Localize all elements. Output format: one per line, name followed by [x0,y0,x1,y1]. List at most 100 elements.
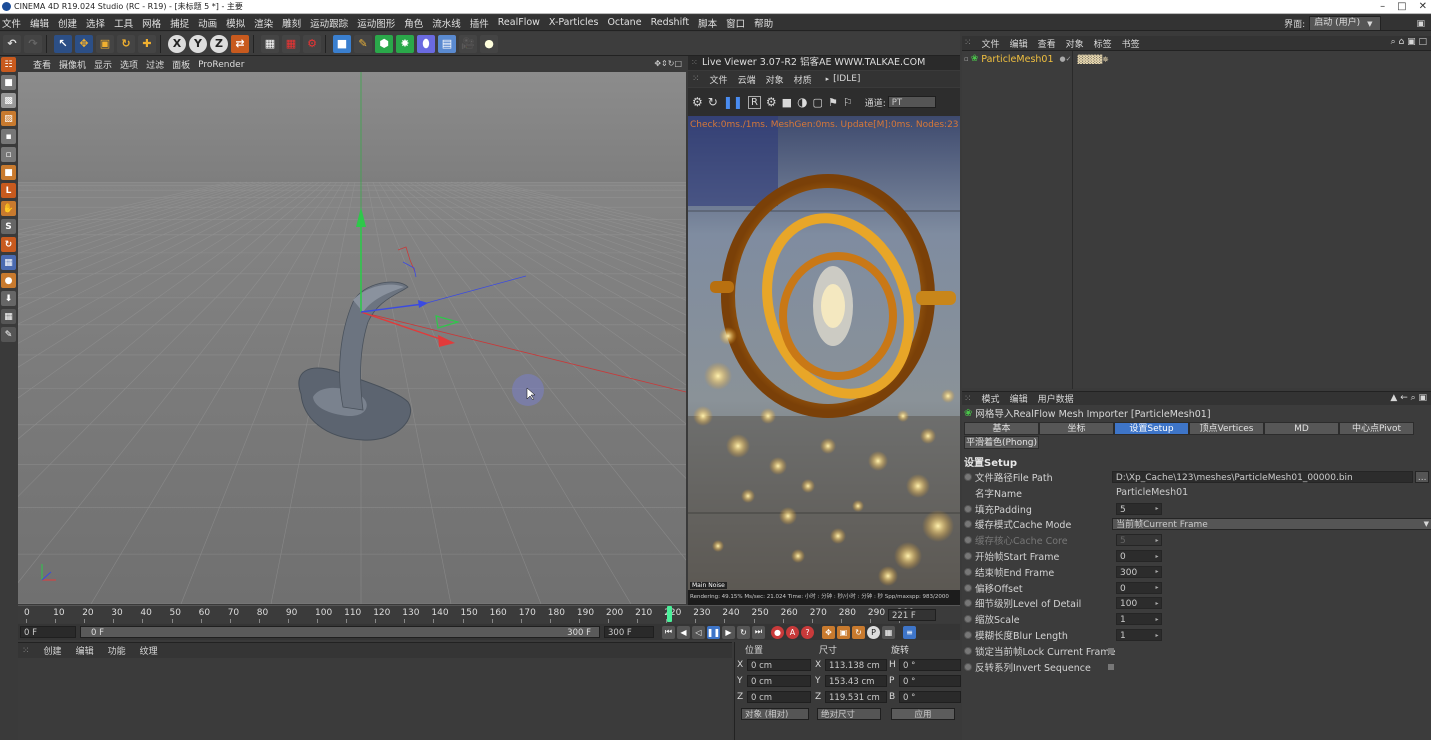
panel-grip-icon[interactable]: ⁙ [691,56,698,70]
live-select-button[interactable]: ✚ [138,34,156,53]
material-menu-item-0[interactable]: 创建 [44,644,62,657]
menu-item-8[interactable]: 模拟 [226,16,245,30]
object-menu-item-3[interactable]: 对象 [1066,37,1084,50]
animation-dot-icon[interactable] [964,473,972,481]
object-menu-item-0[interactable]: 文件 [982,37,1000,50]
key-pla-icon[interactable]: ▦ [882,625,895,639]
size-field[interactable]: 119.531 cm [825,691,887,703]
animation-dot-icon[interactable] [964,504,972,513]
menu-item-10[interactable]: 雕刻 [282,16,301,30]
make-editable-icon[interactable]: ☷ [1,57,16,72]
viewport-menu-item-5[interactable]: 面板 [172,58,190,71]
goto-end-icon[interactable]: ⏭ [752,625,765,639]
visibility-dots[interactable]: ●✓ [1060,55,1072,63]
cloner-button[interactable]: ✸ [396,34,414,53]
edges-mode-icon[interactable]: ▫ [1,147,16,162]
snap-icon[interactable]: S [1,219,16,234]
current-frame-field[interactable]: 221 F [888,609,936,621]
select-tool-button[interactable]: ↖ [54,34,72,53]
menu-item-1[interactable]: 编辑 [30,16,49,30]
deformer-button[interactable]: ⬮ [417,34,435,53]
lv-clay-icon[interactable]: ▢ [813,96,823,109]
viewport-menu-item-6[interactable]: ProRender [198,60,244,70]
loop-icon[interactable]: ↻ [737,625,750,639]
lv-material-icon[interactable]: ◑ [797,95,807,109]
object-menu-item-1[interactable]: 编辑 [1010,37,1028,50]
lv-settings-icon[interactable]: ⚙ [692,95,703,109]
animation-dot-icon[interactable] [964,583,972,592]
animation-dot-icon[interactable] [964,615,972,624]
pause-icon[interactable]: ❚❚ [707,625,720,639]
floor-button[interactable]: ▤ [438,34,456,53]
render-picture-viewer-button[interactable]: ▦ [282,34,300,53]
record-icon[interactable]: ● [771,625,784,639]
perspective-viewport[interactable] [18,72,686,604]
size-field[interactable]: 153.43 cm [825,675,887,687]
menu-item-20[interactable]: 脚本 [698,16,717,30]
animation-dot-icon[interactable] [964,520,972,529]
lv-pick-icon[interactable]: ⚑ [828,96,838,109]
live-viewer-menu-item-2[interactable]: 对象 [766,73,784,86]
menu-item-12[interactable]: 运动图形 [357,16,395,30]
live-viewer-menu-item-1[interactable]: 云端 [738,73,756,86]
tab-3[interactable]: 顶点Vertices [1189,422,1264,435]
object-manager-tools[interactable]: ⌕ ⌂ ▣ □ [1391,37,1427,47]
animation-dot-icon[interactable] [964,662,972,671]
menu-item-16[interactable]: RealFlow [498,17,540,28]
animation-dot-icon[interactable] [964,631,972,639]
render-view-button[interactable]: ▦ [261,34,279,53]
solo-icon[interactable]: ▦ [1,255,16,270]
tab-4[interactable]: MD [1264,422,1339,435]
size-mode-select[interactable]: 绝对尺寸 [817,708,881,720]
cube-primitive-button[interactable]: ■ [333,34,351,53]
material-menu-item-2[interactable]: 功能 [108,644,126,657]
model-mode-icon[interactable]: ■ [1,75,16,90]
spinner-icon[interactable]: ▸ [1153,582,1161,594]
property-field[interactable]: D:\Xp_Cache\123\meshes\ParticleMesh01_00… [1111,471,1414,483]
coord-mode-select[interactable]: 对象 (相对) [741,708,809,720]
spinner-icon[interactable]: ▸ [1153,550,1161,562]
menu-item-3[interactable]: 选择 [86,16,105,30]
menu-item-14[interactable]: 流水线 [432,16,461,30]
apply-button[interactable]: 应用 [891,708,955,720]
viewport-menu-item-4[interactable]: 过滤 [146,58,164,71]
timeline-menu-icon[interactable]: ≡ [903,625,916,639]
menu-item-19[interactable]: Redshift [651,17,690,28]
start-frame-field[interactable]: 0 F [20,626,76,638]
polygons-mode-icon[interactable]: ■ [1,165,16,180]
panel-grip-icon[interactable]: ⁙ [692,74,700,84]
menu-item-17[interactable]: X-Particles [549,17,599,28]
workplane-icon[interactable]: ▨ [1,111,16,126]
subdivision-button[interactable]: ⬢ [375,34,393,53]
menu-item-2[interactable]: 创建 [58,16,77,30]
download-icon[interactable]: ⬇ [1,291,16,306]
menu-item-5[interactable]: 网格 [142,16,161,30]
menu-item-7[interactable]: 动画 [198,16,217,30]
tab-2[interactable]: 设置Setup [1114,422,1189,435]
lv-refresh-icon[interactable]: ↻ [708,95,718,109]
key-scale-icon[interactable]: ▣ [837,625,850,639]
autokey-icon[interactable]: A [786,625,799,639]
scale-tool-button[interactable]: ▣ [96,34,114,53]
expand-icon[interactable]: ▫ [964,55,969,63]
checkbox[interactable] [1108,647,1114,654]
minimize-icon[interactable]: – [1380,1,1385,12]
viewport-nav-icons[interactable]: ✥⇕↻□ [654,59,682,68]
prev-key-icon[interactable]: ◀ [677,625,690,639]
column-divider[interactable] [1072,51,1073,389]
animation-dot-icon[interactable] [964,536,972,545]
rotation-field[interactable]: 0 ° [899,659,961,671]
menu-item-0[interactable]: 文件 [2,16,21,30]
live-viewer-render[interactable]: Check:0ms./1ms. MeshGen:0ms. Update[M]:0… [688,116,960,590]
tweak-mode-icon[interactable]: ✋ [1,201,16,216]
live-viewer-menu-item-3[interactable]: 材质 [794,73,812,86]
rotation-field[interactable]: 0 ° [899,675,961,687]
texture-mode-icon[interactable]: ▩ [1,93,16,108]
tab-5[interactable]: 中心点Pivot [1339,422,1414,435]
timeline-playhead[interactable] [667,606,673,622]
lv-lock-icon[interactable]: ■ [782,96,792,109]
lv-pause-icon[interactable]: ❚❚ [723,95,743,109]
pen-spline-button[interactable]: ✎ [354,34,372,53]
menu-item-13[interactable]: 角色 [404,16,423,30]
coordinate-system-button[interactable]: ⇄ [231,34,249,53]
